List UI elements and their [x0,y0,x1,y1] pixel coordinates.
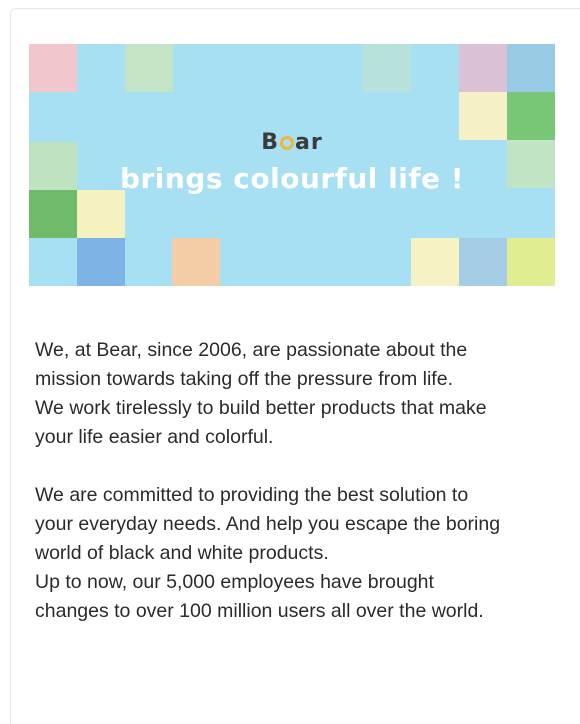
text-line: We, at Bear, since 2006, are passionate … [35,339,468,361]
text-line: We work tirelessly to build better produ… [35,397,487,419]
color-tile [507,238,555,286]
bear-logo-right: ar [295,130,323,155]
color-tile [507,44,555,92]
banner-slogan: brings colourful life ! [119,162,465,195]
text-line: your life easier and colorful. [35,426,274,448]
paragraph-2: We are committed to providing the best s… [35,481,565,626]
bear-logo: Bar [29,130,555,155]
about-text: We, at Bear, since 2006, are passionate … [35,336,565,655]
color-tile [77,238,125,286]
color-tile [459,44,507,92]
text-line: world of black and white products. [35,542,329,564]
brand-banner-image: Bar brings colourful life ! [29,44,555,286]
color-tile [411,238,459,286]
paragraph-1: We, at Bear, since 2006, are passionate … [35,336,565,452]
logo-ring-icon [280,136,295,150]
color-tile [172,238,220,286]
color-tile [29,44,77,92]
color-tile [363,44,411,92]
color-tile [29,190,77,238]
bear-logo-left: B [261,130,280,155]
color-tile [77,190,125,238]
text-line: Up to now, our 5,000 employees have brou… [35,571,434,593]
text-line: mission towards taking off the pressure … [35,368,453,390]
text-line: your everyday needs. And help you escape… [35,513,501,535]
text-line: changes to over 100 million users all ov… [35,600,484,622]
color-tile [125,44,173,92]
color-tile [459,238,507,286]
text-line: We are committed to providing the best s… [35,484,469,506]
